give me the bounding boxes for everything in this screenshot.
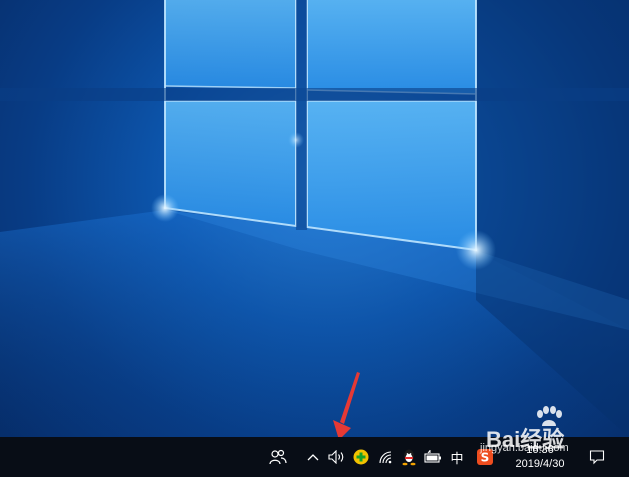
- svg-text:S: S: [481, 451, 490, 465]
- window-pane-top-left: [165, 0, 296, 88]
- red-arrow-annotation: [333, 372, 360, 440]
- volume-icon[interactable]: [326, 437, 348, 477]
- ime-label: 中: [450, 451, 464, 467]
- qq-icon[interactable]: [398, 437, 420, 477]
- window-pane-top-right: [307, 0, 476, 94]
- window-pane-bottom-left: [165, 101, 296, 226]
- wifi-icon[interactable]: [376, 437, 396, 477]
- ime-chinese-icon[interactable]: 中: [446, 437, 468, 477]
- clock-time: 16:36: [526, 444, 554, 456]
- desktop-screen: 中 S 16:36 2019/4/30 Bai经验 jingyan.baidu.…: [0, 0, 629, 477]
- people-icon[interactable]: [266, 437, 290, 477]
- window-pane-bottom-right: [307, 101, 476, 250]
- show-hidden-icons-chevron[interactable]: [303, 437, 323, 477]
- action-center-icon[interactable]: [586, 437, 608, 477]
- battery-icon[interactable]: [422, 437, 444, 477]
- system-clock[interactable]: 16:36 2019/4/30: [502, 437, 578, 477]
- sogou-input-icon[interactable]: S: [474, 437, 496, 477]
- security-app-icon[interactable]: [350, 437, 372, 477]
- windows-logo-wallpaper: [0, 0, 629, 437]
- clock-date: 2019/4/30: [515, 458, 565, 470]
- taskbar: 中 S 16:36 2019/4/30: [0, 437, 629, 477]
